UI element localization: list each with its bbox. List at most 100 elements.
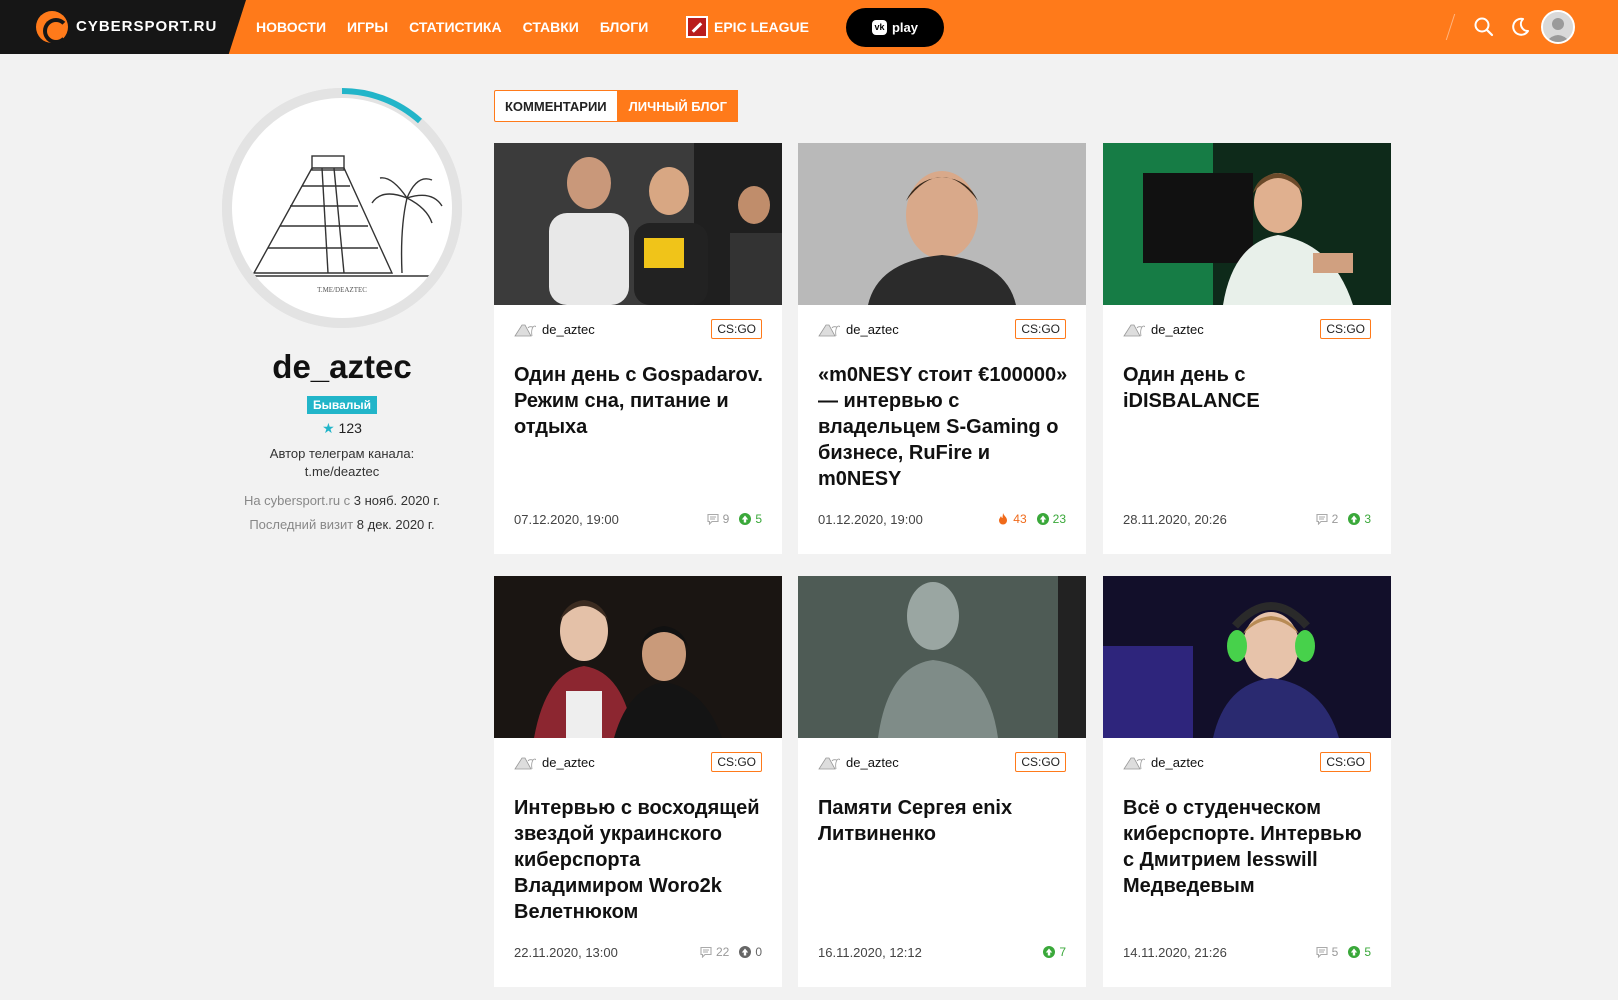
- author-avatar-icon: [514, 324, 536, 337]
- card-date: 01.12.2020, 19:00: [818, 512, 923, 527]
- card-image: [494, 143, 782, 305]
- main-nav: НОВОСТИ ИГРЫ СТАТИСТИКА СТАВКИ БЛОГИ: [256, 0, 669, 54]
- card-author[interactable]: de_aztec: [1123, 321, 1204, 337]
- vk-play-button[interactable]: vk play: [846, 8, 944, 47]
- comment-icon: [1316, 946, 1328, 958]
- blog-card[interactable]: de_aztec CS:GO Один день с iDISBALANCE 2…: [1103, 143, 1391, 554]
- card-author[interactable]: de_aztec: [818, 754, 899, 770]
- profile-meta: На cybersport.ru с 3 нояб. 2020 г. После…: [222, 489, 462, 537]
- tab-comments[interactable]: КОММЕНТАРИИ: [494, 90, 618, 122]
- profile-avatar: T.ME/DEAZTEC: [222, 88, 462, 328]
- last-visit: Последний визит 8 дек. 2020 г.: [222, 513, 462, 537]
- card-date: 14.11.2020, 21:26: [1123, 945, 1227, 960]
- joined-value: 3 нояб. 2020 г.: [353, 493, 441, 508]
- comment-icon: [707, 513, 719, 525]
- card-title[interactable]: Один день с iDISBALANCE: [1123, 362, 1375, 414]
- likes-stat: 23: [1036, 512, 1066, 526]
- card-date: 16.11.2020, 12:12: [818, 945, 922, 960]
- comments-count: 5: [1331, 945, 1339, 959]
- author-avatar-icon: [818, 324, 840, 337]
- profile-tabs: КОММЕНТАРИИ ЛИЧНЫЙ БЛОГ: [494, 90, 738, 122]
- tab-personal-blog[interactable]: ЛИЧНЫЙ БЛОГ: [617, 90, 738, 122]
- upvote-icon: [1348, 946, 1361, 958]
- upvote-icon: [739, 946, 752, 958]
- last-visit-value: 8 дек. 2020 г.: [356, 517, 435, 532]
- nav-item-news[interactable]: НОВОСТИ: [256, 19, 326, 35]
- card-stats: 9 5: [697, 512, 762, 526]
- blog-card[interactable]: de_aztec CS:GO Один день с Gospadarov. Р…: [494, 143, 782, 554]
- nav-item-games[interactable]: ИГРЫ: [347, 19, 388, 35]
- blog-card[interactable]: de_aztec CS:GO Всё о студенческом киберс…: [1103, 576, 1391, 987]
- likes-stat: 3: [1348, 512, 1371, 526]
- likes-count: 5: [1364, 945, 1371, 959]
- card-author[interactable]: de_aztec: [514, 754, 595, 770]
- card-stats: 22 0: [690, 945, 762, 959]
- hot-count: 43: [1013, 512, 1027, 526]
- user-silhouette-icon: [1543, 12, 1573, 42]
- nav-item-bets[interactable]: СТАВКИ: [523, 19, 579, 35]
- bio-line-1: Автор телеграм канала:: [269, 446, 415, 461]
- card-author[interactable]: de_aztec: [514, 321, 595, 337]
- logo[interactable]: CYBERSPORT.RU: [0, 0, 246, 54]
- card-author-name: de_aztec: [542, 321, 595, 337]
- upvote-icon: [1036, 513, 1049, 525]
- header-divider: [1445, 14, 1456, 40]
- card-author[interactable]: de_aztec: [1123, 754, 1204, 770]
- card-author[interactable]: de_aztec: [818, 321, 899, 337]
- card-image: [798, 143, 1086, 305]
- card-date: 07.12.2020, 19:00: [514, 512, 619, 527]
- upvote-icon: [739, 513, 752, 525]
- card-title[interactable]: «m0NESY стоит €100000» — интервью с влад…: [818, 362, 1070, 492]
- card-title[interactable]: Интервью с восходящей звездой украинског…: [514, 795, 766, 925]
- author-avatar-icon: [1123, 757, 1145, 770]
- likes-stat: 5: [739, 512, 762, 526]
- play-label: play: [891, 20, 918, 35]
- blog-card[interactable]: de_aztec CS:GO «m0NESY стоит €100000» — …: [798, 143, 1086, 554]
- card-stats: 5 5: [1306, 945, 1371, 959]
- blog-card[interactable]: de_aztec CS:GO Памяти Сергея enix Литвин…: [798, 576, 1086, 987]
- epic-league-link[interactable]: EPIC LEAGUE: [686, 16, 809, 38]
- profile-username: de_aztec: [272, 348, 412, 385]
- nav-item-stats[interactable]: СТАТИСТИКА: [409, 19, 502, 35]
- card-date: 28.11.2020, 20:26: [1123, 512, 1227, 527]
- card-author-name: de_aztec: [1151, 321, 1204, 337]
- bio-line-2: t.me/deaztec: [304, 464, 380, 479]
- comments-count: 2: [1331, 512, 1339, 526]
- moon-icon[interactable]: [1508, 15, 1532, 39]
- star-icon: ★: [322, 420, 335, 436]
- card-game-tag[interactable]: CS:GO: [711, 752, 762, 772]
- card-game-tag[interactable]: CS:GO: [1320, 319, 1371, 339]
- likes-stat: 0: [739, 945, 762, 959]
- profile-sidebar: T.ME/DEAZTEC de_aztec Бывалый ★ 123 Авто…: [222, 88, 462, 537]
- author-avatar-icon: [514, 757, 536, 770]
- blog-card[interactable]: de_aztec CS:GO Интервью с восходящей зве…: [494, 576, 782, 987]
- author-avatar-icon: [818, 757, 840, 770]
- card-author-name: de_aztec: [542, 754, 595, 770]
- card-author-name: de_aztec: [846, 754, 899, 770]
- upvote-icon: [1348, 513, 1361, 525]
- search-icon[interactable]: [1472, 15, 1496, 39]
- flame-icon: [999, 513, 1008, 525]
- card-image: [798, 576, 1086, 738]
- card-image: [494, 576, 782, 738]
- likes-stat: 7: [1043, 945, 1066, 959]
- avatar-caption: T.ME/DEAZTEC: [317, 286, 367, 294]
- card-title[interactable]: Один день с Gospadarov. Режим сна, питан…: [514, 362, 766, 440]
- epic-league-label: EPIC LEAGUE: [714, 19, 809, 35]
- card-game-tag[interactable]: CS:GO: [1320, 752, 1371, 772]
- card-author-name: de_aztec: [846, 321, 899, 337]
- card-game-tag[interactable]: CS:GO: [711, 319, 762, 339]
- card-game-tag[interactable]: CS:GO: [1015, 319, 1066, 339]
- user-avatar[interactable]: [1541, 10, 1575, 44]
- card-title[interactable]: Всё о студенческом киберспорте. Интервью…: [1123, 795, 1375, 899]
- nav-item-blogs[interactable]: БЛОГИ: [600, 19, 648, 35]
- comments-stat: 5: [1316, 945, 1339, 959]
- card-image: [1103, 143, 1391, 305]
- rating-value: 123: [338, 420, 362, 436]
- comments-count: 22: [715, 945, 730, 959]
- card-stats: 43 23: [987, 512, 1066, 526]
- card-game-tag[interactable]: CS:GO: [1015, 752, 1066, 772]
- upvote-icon: [1043, 946, 1056, 958]
- card-stats: 2 3: [1306, 512, 1371, 526]
- card-title[interactable]: Памяти Сергея enix Литвиненко: [818, 795, 1070, 847]
